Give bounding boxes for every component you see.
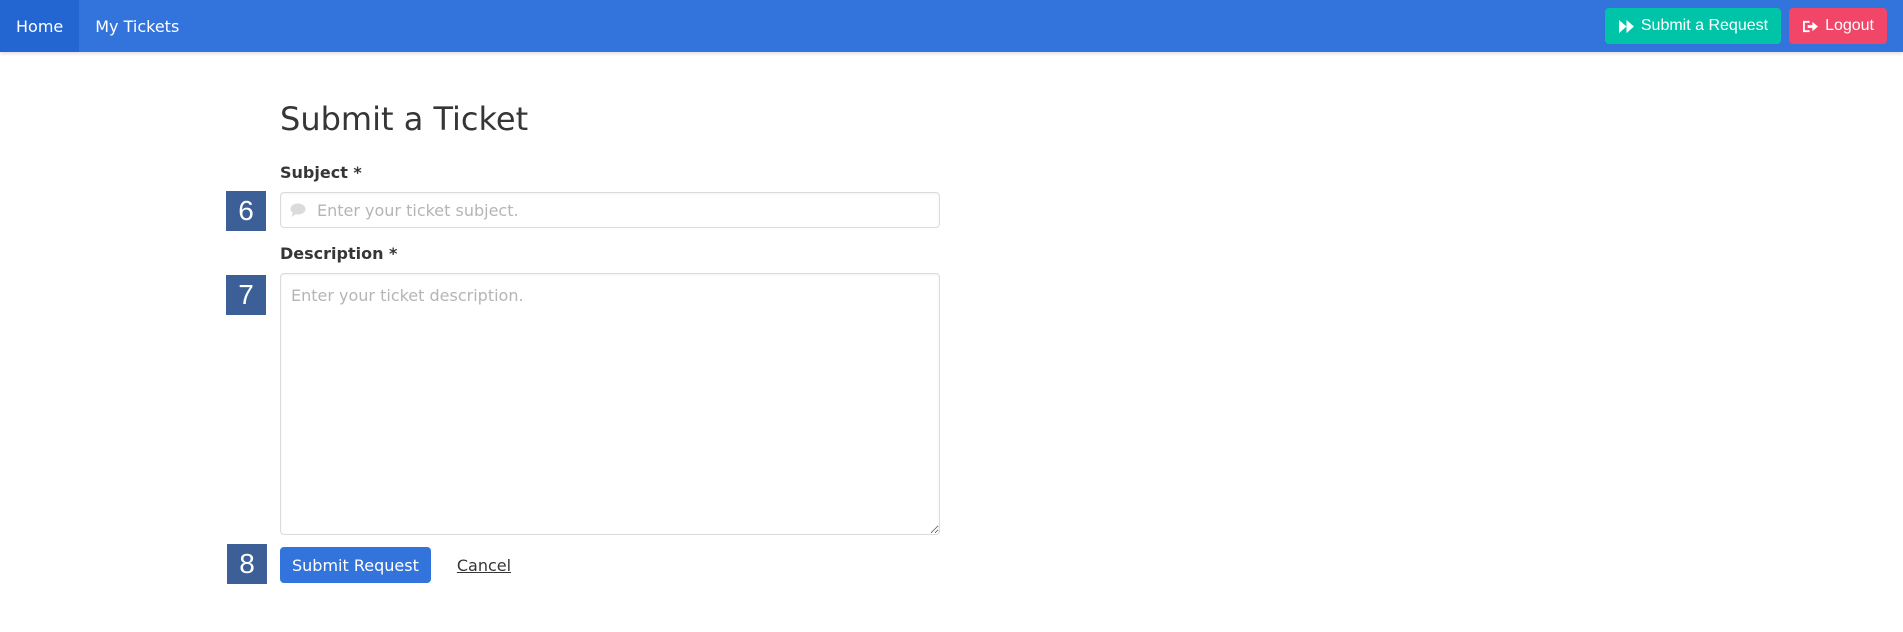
step-badge-7: 7 bbox=[226, 275, 266, 315]
submit-a-request-button[interactable]: Submit a Request bbox=[1604, 8, 1782, 44]
description-label: Description * bbox=[280, 244, 398, 263]
description-textarea[interactable] bbox=[280, 273, 940, 535]
submit-a-request-label: Submit a Request bbox=[1640, 17, 1769, 34]
form-actions: Submit Request Cancel bbox=[280, 547, 940, 583]
nav-left: Home My Tickets bbox=[0, 0, 195, 52]
ticket-form: Submit a Ticket Subject * Description * … bbox=[280, 95, 940, 583]
nav-item-home[interactable]: Home bbox=[0, 0, 80, 52]
nav-item-my-tickets[interactable]: My Tickets bbox=[79, 0, 195, 52]
step-badge-6: 6 bbox=[226, 191, 266, 231]
comment-icon bbox=[290, 203, 306, 217]
sign-out-icon bbox=[1803, 20, 1819, 32]
cancel-link[interactable]: Cancel bbox=[457, 556, 511, 575]
top-navbar: Home My Tickets Submit a Request Logout bbox=[0, 0, 1903, 52]
step-badge-8: 8 bbox=[227, 544, 267, 584]
nav-right: Submit a Request Logout bbox=[1604, 0, 1903, 52]
page-title: Submit a Ticket bbox=[280, 100, 529, 138]
subject-field-wrap bbox=[280, 192, 940, 228]
logout-button[interactable]: Logout bbox=[1789, 8, 1887, 44]
subject-input[interactable] bbox=[280, 192, 940, 228]
subject-label: Subject * bbox=[280, 163, 362, 182]
fast-forward-icon bbox=[1618, 19, 1634, 33]
logout-label: Logout bbox=[1825, 17, 1874, 34]
submit-request-button[interactable]: Submit Request bbox=[280, 547, 431, 583]
